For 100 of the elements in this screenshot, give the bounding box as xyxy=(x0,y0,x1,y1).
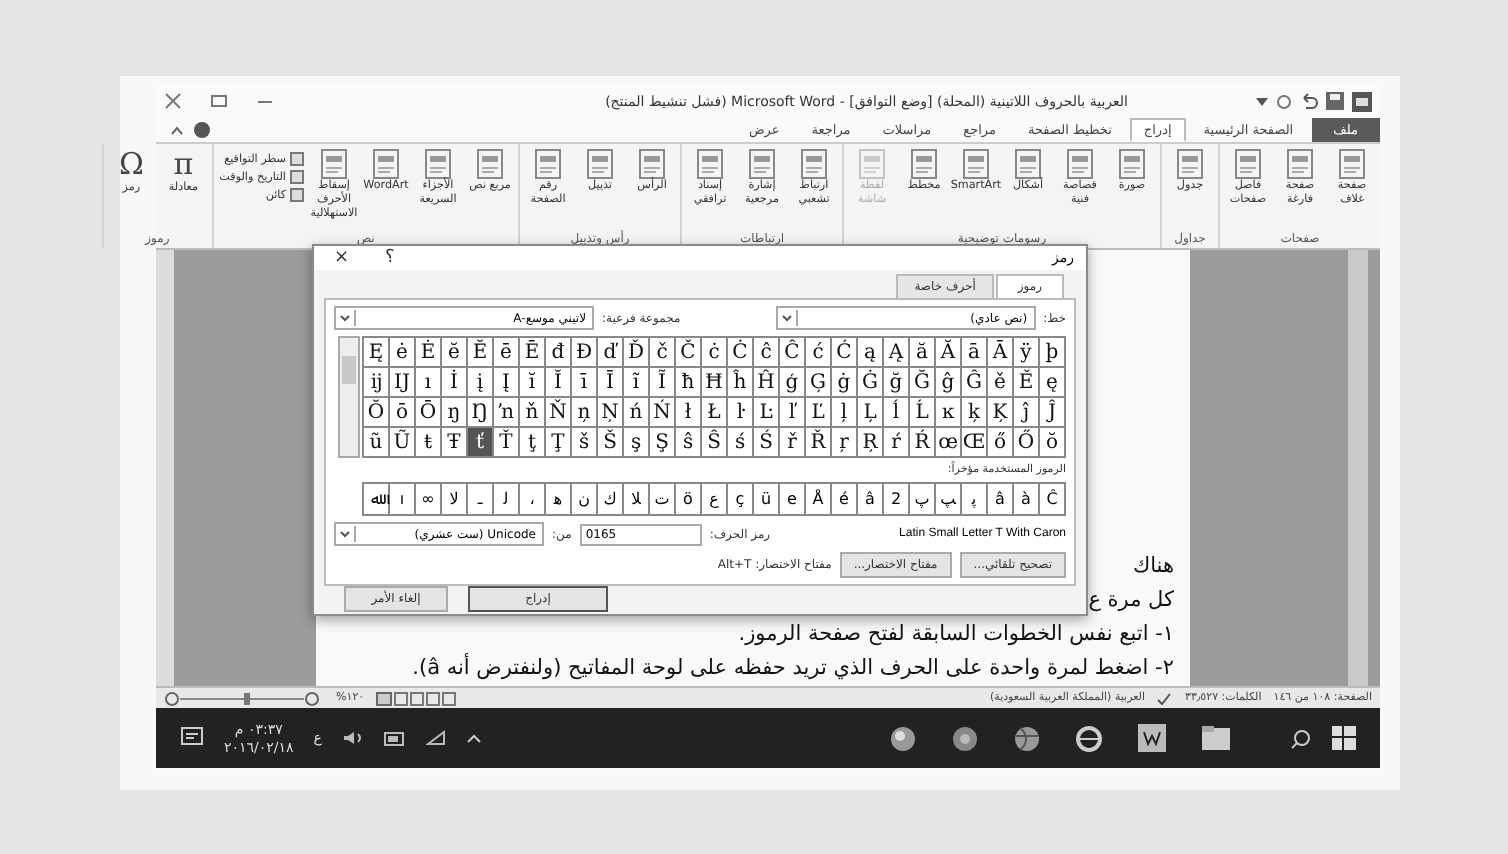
recent-symbol-cell[interactable]: ﭖ xyxy=(910,484,936,516)
symbol-cell[interactable]: ĭ xyxy=(520,368,546,398)
undo-icon[interactable] xyxy=(1300,92,1318,110)
save-icon[interactable] xyxy=(1326,92,1344,110)
symbol-cell[interactable]: Č xyxy=(676,338,702,368)
symbol-cell[interactable]: ě xyxy=(988,368,1014,398)
symbol-cell[interactable]: ĩ xyxy=(624,368,650,398)
symbol-cell[interactable]: Ň xyxy=(546,398,572,428)
symbol-cell[interactable]: į xyxy=(468,368,494,398)
symbol-cell[interactable]: Đ xyxy=(572,338,598,368)
symbol-cell[interactable]: Ť xyxy=(494,428,520,458)
page-icon[interactable] xyxy=(476,148,504,180)
symbol-cell[interactable]: ć xyxy=(806,338,832,368)
symbol-cell[interactable]: ĺ xyxy=(884,398,910,428)
symbol-cell[interactable]: ı xyxy=(416,368,442,398)
symbol-cell[interactable]: ş xyxy=(624,428,650,458)
battery-icon[interactable] xyxy=(383,731,406,745)
scrollbar[interactable] xyxy=(1348,250,1368,686)
symbol-cell[interactable]: Ľ xyxy=(806,398,832,428)
symbol-cell[interactable]: ť xyxy=(468,428,494,458)
search-icon[interactable] xyxy=(1290,727,1312,749)
page-icon[interactable] xyxy=(696,148,724,180)
symbol-cell[interactable]: Ŕ xyxy=(910,428,936,458)
symbol-cell[interactable]: ņ xyxy=(572,398,598,428)
symbol-cell[interactable]: Ă xyxy=(936,338,962,368)
view-buttons-icon[interactable] xyxy=(376,691,457,705)
symbol-cell[interactable]: Ŋ xyxy=(468,398,494,428)
symbol-cell[interactable]: Ŏ xyxy=(364,398,390,428)
symbol-cell[interactable]: Ĳ xyxy=(390,368,416,398)
symbol-cell[interactable]: Œ xyxy=(962,428,988,458)
chevron-down-icon[interactable] xyxy=(336,526,356,542)
symbol-cell[interactable]: ļ xyxy=(832,398,858,428)
symbol-cell[interactable]: Ĵ xyxy=(1040,398,1066,428)
symbol-cell[interactable]: ŏ xyxy=(1040,428,1066,458)
symbol-cell[interactable]: Ţ xyxy=(546,428,572,458)
symbol-cell[interactable]: þ xyxy=(1040,338,1066,368)
symbol-cell[interactable]: ą xyxy=(858,338,884,368)
page-icon[interactable] xyxy=(748,148,776,180)
wifi-icon[interactable] xyxy=(425,730,446,746)
windows-logo-icon[interactable] xyxy=(1332,726,1356,750)
recent-symbol-cell[interactable]: ، xyxy=(520,484,546,516)
proofing-icon[interactable] xyxy=(1156,691,1173,705)
symbol-cell[interactable]: ĸ xyxy=(936,398,962,428)
caret-icon[interactable] xyxy=(1256,95,1268,107)
symbol-cell[interactable]: ā xyxy=(962,338,988,368)
symbol-cell[interactable]: Ĥ xyxy=(754,368,780,398)
page-icon[interactable] xyxy=(1234,148,1262,180)
chevron-up-icon[interactable] xyxy=(465,732,482,744)
page-icon[interactable] xyxy=(1286,148,1314,180)
recent-symbol-cell[interactable]: ﻼ xyxy=(624,484,650,516)
symbol-cell[interactable]: ţ xyxy=(520,428,546,458)
symbol-cell[interactable]: ő xyxy=(988,428,1014,458)
symbol-cell[interactable]: Ł xyxy=(702,398,728,428)
symbol-cell[interactable]: Ģ xyxy=(806,368,832,398)
recent-symbol-cell[interactable]: ﻉ xyxy=(702,484,728,516)
recent-symbol-cell[interactable]: ç xyxy=(728,484,754,516)
speaker-icon[interactable] xyxy=(341,730,364,746)
recent-symbol-cell[interactable]: ﷲ xyxy=(364,484,390,516)
grid-scrollbar[interactable] xyxy=(338,336,360,458)
symbol-cell[interactable]: ĉ xyxy=(754,338,780,368)
symbol-cell[interactable]: Ā xyxy=(988,338,1014,368)
folder-icon[interactable] xyxy=(1202,726,1230,750)
recent-symbol-cell[interactable]: ﻥ xyxy=(572,484,598,516)
symbol-cell[interactable]: ē xyxy=(494,338,520,368)
page-icon[interactable] xyxy=(1014,148,1042,180)
notification-icon[interactable] xyxy=(180,726,204,750)
symbol-cell[interactable]: ċ xyxy=(702,338,728,368)
word-app-icon[interactable] xyxy=(1138,724,1166,752)
recent-symbol-cell[interactable]: ı xyxy=(390,484,416,516)
symbol-cell[interactable]: œ xyxy=(936,428,962,458)
page-icon[interactable] xyxy=(586,148,614,180)
symbol-cell[interactable]: ĳ xyxy=(364,368,390,398)
symbol-cell[interactable]: ę xyxy=(1040,368,1066,398)
symbol-cell[interactable]: ĥ xyxy=(728,368,754,398)
page-icon[interactable] xyxy=(1176,148,1204,180)
symbol-cell[interactable]: Ą xyxy=(884,338,910,368)
symbol-cell[interactable]: ŉ xyxy=(494,398,520,428)
symbol-cell[interactable]: ŝ xyxy=(676,428,702,458)
page-icon[interactable] xyxy=(910,148,938,180)
page-icon[interactable] xyxy=(424,148,452,180)
page-icon[interactable] xyxy=(962,148,990,180)
circle-app-icon[interactable] xyxy=(952,725,978,751)
chevron-down-icon[interactable] xyxy=(777,310,798,326)
symbol-cell[interactable]: Į xyxy=(494,368,520,398)
symbol-cell[interactable]: Ď xyxy=(624,338,650,368)
close-button[interactable]: × xyxy=(326,246,358,270)
symbol-cell[interactable]: Ī xyxy=(598,368,624,398)
symbol-cell[interactable]: Ĝ xyxy=(962,368,988,398)
symbol-cell[interactable]: Ś xyxy=(754,428,780,458)
symbol-cell[interactable]: ś xyxy=(728,428,754,458)
recent-symbol-cell[interactable]: ﻻ xyxy=(442,484,468,516)
symbol-cell[interactable]: ī xyxy=(572,368,598,398)
symbol-cell[interactable]: ŧ xyxy=(416,428,442,458)
symbol-cell[interactable]: Ę xyxy=(364,338,390,368)
symbol-cell[interactable]: Ě xyxy=(1014,368,1040,398)
symbol-cell[interactable]: ř xyxy=(780,428,806,458)
symbol-cell[interactable]: Ć xyxy=(832,338,858,368)
square-icon[interactable] xyxy=(290,188,304,202)
symbol-cell[interactable]: Ŗ xyxy=(858,428,884,458)
page-icon[interactable] xyxy=(800,148,828,180)
